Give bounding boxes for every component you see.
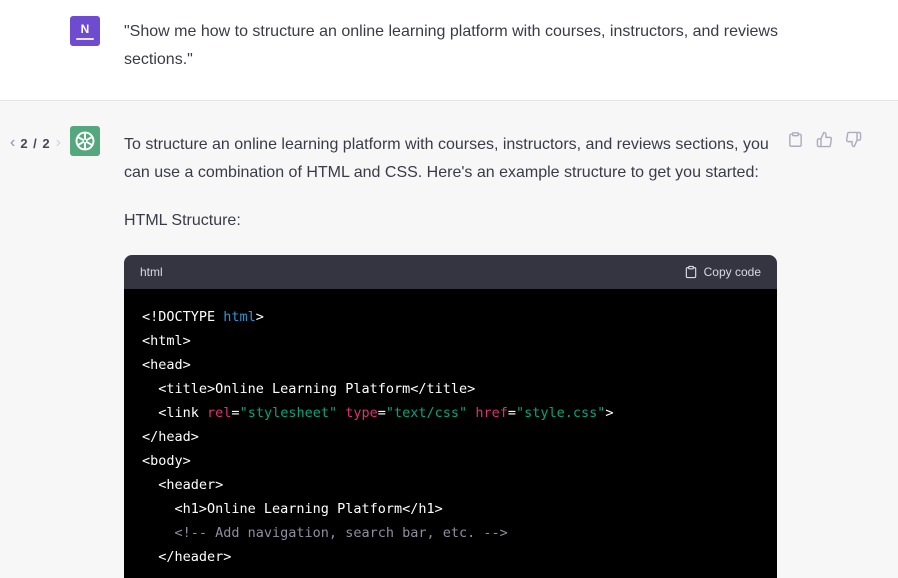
copy-code-button[interactable]: Copy code [684, 265, 761, 279]
previous-response-button[interactable]: ‹ [8, 135, 17, 151]
code-block-header: html Copy code [124, 255, 777, 289]
next-response-button[interactable]: › [54, 135, 63, 151]
chat-thread: N "Show me how to structure an online le… [0, 0, 898, 578]
assistant-message-body: To structure an online learning platform… [124, 131, 794, 578]
code-content: <!DOCTYPE html><html><head> <title>Onlin… [124, 289, 777, 578]
user-avatar-logo: N [81, 23, 90, 35]
assistant-paragraph-intro: To structure an online learning platform… [124, 131, 784, 187]
copy-message-button[interactable] [787, 131, 804, 148]
assistant-message-row: ‹ 2 / 2 › [0, 101, 898, 578]
user-message-row: N "Show me how to structure an online le… [0, 0, 898, 101]
code-block: html Copy code <!DOCTYPE html><html><hea… [124, 255, 777, 578]
thumbs-up-button[interactable] [816, 131, 833, 148]
thumbs-down-button[interactable] [845, 131, 862, 148]
user-avatar-caption [76, 38, 94, 40]
user-message-text: "Show me how to structure an online lear… [124, 18, 790, 74]
copy-code-label: Copy code [704, 265, 761, 279]
clipboard-icon [684, 265, 698, 279]
assistant-avatar [70, 126, 100, 156]
thumb-down-icon [845, 131, 862, 148]
openai-logo-icon [74, 130, 96, 152]
response-counter: 2 / 2 [20, 136, 50, 151]
message-actions [787, 131, 862, 148]
thumb-up-icon [816, 131, 833, 148]
clipboard-icon [787, 131, 804, 148]
response-pager: ‹ 2 / 2 › [8, 135, 63, 151]
assistant-paragraph-heading: HTML Structure: [124, 207, 784, 235]
code-language-label: html [140, 265, 163, 279]
user-avatar: N [70, 16, 100, 46]
